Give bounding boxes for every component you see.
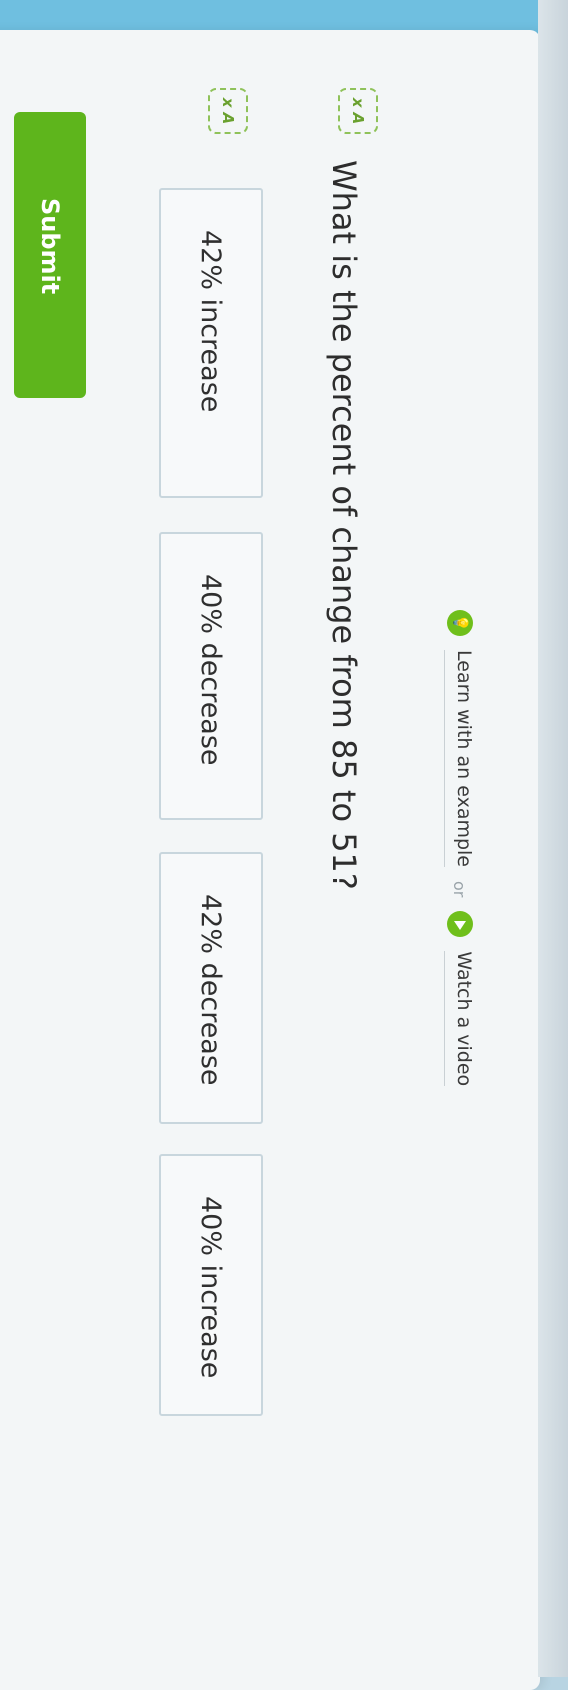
play-icon xyxy=(447,911,473,938)
answer-choice[interactable]: 42% increase xyxy=(159,188,263,498)
text-to-speech-icon[interactable]: x A xyxy=(208,88,248,134)
submit-button[interactable]: Submit xyxy=(14,112,86,398)
learn-with-example-link[interactable]: Learn with an example xyxy=(444,650,476,867)
lightbulb-icon: 💡 xyxy=(447,610,473,636)
question-text: What is the percent of change from 85 to… xyxy=(325,160,363,890)
answer-choice[interactable]: 42% decrease xyxy=(159,852,263,1124)
watch-video-link[interactable]: Watch a video xyxy=(444,951,476,1087)
help-links: 💡 Learn with an example or Watch a video xyxy=(440,610,480,1087)
text-to-speech-icon[interactable]: x A xyxy=(338,88,378,134)
content-stage: 💡 Learn with an example or Watch a video… xyxy=(0,0,568,1677)
answer-choice[interactable]: 40% increase xyxy=(159,1154,263,1416)
answer-choice[interactable]: 40% decrease xyxy=(159,532,263,820)
or-separator: or xyxy=(450,881,470,898)
